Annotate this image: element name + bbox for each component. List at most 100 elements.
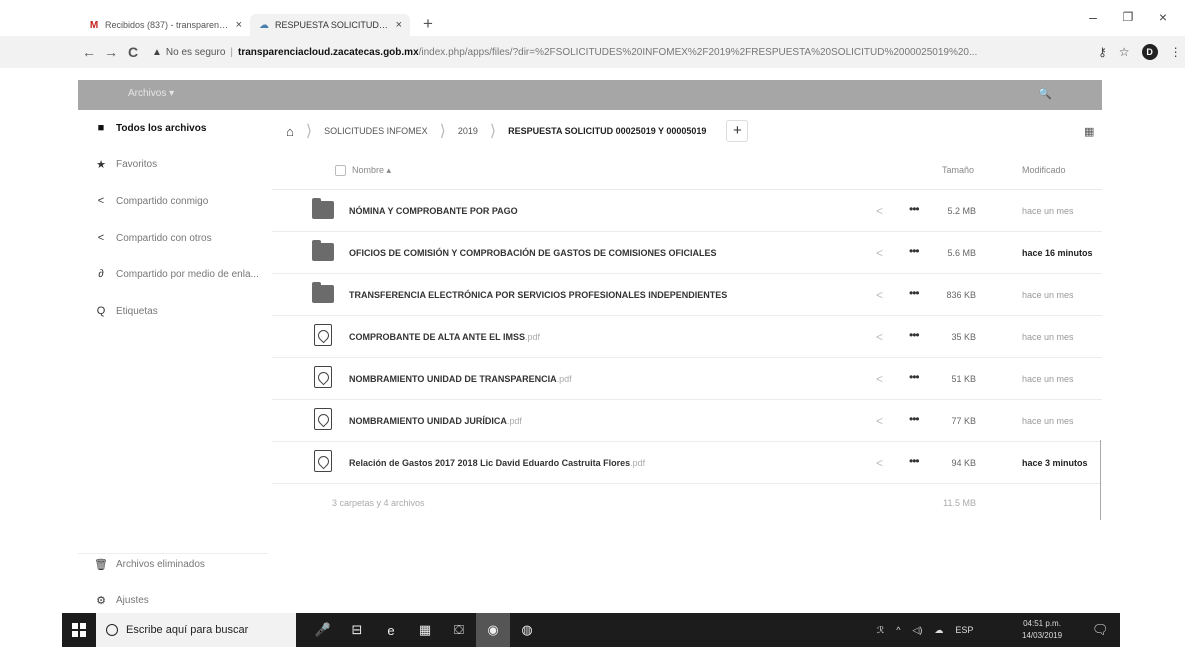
new-item-button[interactable]: + (726, 120, 749, 142)
table-row[interactable]: Relación de Gastos 2017 2018 Lic David E… (272, 442, 1102, 484)
people-icon[interactable]: ℛ (877, 625, 884, 636)
sidebar-divider (78, 553, 268, 554)
more-actions-icon[interactable]: ••• (909, 286, 920, 300)
onedrive-icon[interactable]: ☁ (934, 625, 943, 636)
column-header-name[interactable]: Nombre ▴ (352, 165, 391, 176)
sidebar-item-label: Compartido con otros (116, 232, 212, 244)
task-view-icon[interactable]: ⊟ (340, 613, 374, 647)
file-modified: hace 16 minutos (1022, 248, 1093, 258)
clock-time: 04:51 p.m. (1023, 619, 1061, 628)
language-indicator[interactable]: ESP (955, 625, 973, 635)
sidebar-item-shared-with-others[interactable]: < Compartido con otros (94, 232, 212, 244)
table-row[interactable]: TRANSFERENCIA ELECTRÓNICA POR SERVICIOS … (272, 274, 1102, 316)
share-icon[interactable]: < (876, 288, 883, 302)
start-button[interactable] (62, 613, 96, 647)
file-explorer-icon[interactable]: ▦ (408, 613, 442, 647)
bookmark-star-icon[interactable]: ☆ (1119, 45, 1130, 59)
minimize-button[interactable]: – (1078, 6, 1108, 28)
more-actions-icon[interactable]: ••• (909, 370, 920, 384)
close-window-button[interactable]: × (1148, 6, 1178, 28)
select-all-checkbox[interactable] (335, 165, 346, 176)
breadcrumb-current[interactable]: RESPUESTA SOLICITUD 00025019 Y 00005019 (498, 116, 716, 146)
sidebar-item-favorites[interactable]: ★ Favoritos (94, 158, 157, 171)
chrome-icon[interactable]: ◉ (476, 613, 510, 647)
file-name-text: Relación de Gastos 2017 2018 Lic David E… (349, 458, 631, 468)
file-modified: hace un mes (1022, 290, 1074, 300)
table-row[interactable]: NÓMINA Y COMPROBANTE POR PAGO < ••• 5.2 MB h… (272, 190, 1102, 232)
account-avatar[interactable]: D (1141, 44, 1158, 60)
table-row[interactable]: OFICIOS DE COMISIÓN Y COMPROBACIÓN DE GA… (272, 232, 1102, 274)
file-size: 51 KB (951, 374, 976, 384)
security-indicator[interactable]: No es seguro (166, 47, 225, 58)
maximize-button[interactable]: ❐ (1113, 6, 1143, 28)
back-button[interactable]: ← (78, 44, 100, 60)
file-name[interactable]: COMPROBANTE DE ALTA ANTE EL IMSS.pdf (349, 332, 540, 342)
file-name[interactable]: Relación de Gastos 2017 2018 Lic David E… (349, 458, 645, 468)
folder-icon (312, 282, 334, 303)
sidebar-item-settings[interactable]: ⚙ Ajustes (94, 594, 149, 607)
edge-icon[interactable]: e (374, 613, 408, 647)
browser-menu-icon[interactable]: ⋮ (1170, 45, 1182, 59)
table-row[interactable]: COMPROBANTE DE ALTA ANTE EL IMSS.pdf < •••… (272, 316, 1102, 358)
breadcrumb-item[interactable]: 2019 (448, 116, 488, 146)
address-bar[interactable]: ▲ No es seguro | transparenciacloud.zaca… (152, 41, 1012, 63)
app-header: Archivos ▾ 🔍 (78, 80, 1102, 110)
more-actions-icon[interactable]: ••• (909, 454, 920, 468)
breadcrumb: ⌂ ⟩ SOLICITUDES INFOMEX ⟩ 2019 ⟩ RESPUES… (272, 116, 1102, 146)
tab-title: Recibidos (837) - transparencia@ (105, 20, 230, 30)
store-icon[interactable]: ⛋ (442, 613, 476, 647)
table-row[interactable]: NOMBRAMIENTO UNIDAD DE TRANSPARENCIA.pdf… (272, 358, 1102, 400)
share-icon[interactable]: < (876, 414, 883, 428)
breadcrumb-item[interactable]: SOLICITUDES INFOMEX (314, 116, 438, 146)
browser-tab-active[interactable]: ☁ RESPUESTA SOLICITUD 00025019 × (250, 14, 410, 36)
volume-icon[interactable]: ◁) (912, 625, 922, 636)
sidebar-item-tags[interactable]: Q Etiquetas (94, 305, 158, 317)
share-icon[interactable]: < (876, 246, 883, 260)
breadcrumb-home[interactable]: ⌂ (272, 116, 304, 146)
key-icon[interactable]: ⚷ (1098, 45, 1107, 59)
file-name[interactable]: OFICIOS DE COMISIÓN Y COMPROBACIÓN DE GA… (349, 248, 717, 258)
share-icon: < (97, 232, 105, 244)
chevron-up-icon[interactable]: ^ (896, 625, 900, 635)
tab-close-icon[interactable]: × (236, 19, 242, 31)
forward-button[interactable]: → (100, 44, 122, 60)
app-menu-button[interactable]: Archivos ▾ (128, 88, 174, 99)
pdf-icon (312, 450, 334, 472)
more-actions-icon[interactable]: ••• (909, 202, 920, 216)
microphone-icon[interactable]: 🎤 (306, 613, 340, 647)
sidebar-item-shared-by-link[interactable]: ∂ Compartido por medio de enla... (94, 268, 259, 280)
file-name[interactable]: NÓMINA Y COMPROBANTE POR PAGO (349, 206, 518, 216)
share-icon[interactable]: < (876, 456, 883, 470)
table-row[interactable]: NOMBRAMIENTO UNIDAD JURÍDICA.pdf < ••• 77 K… (272, 400, 1102, 442)
taskbar-search[interactable]: Escribe aquí para buscar (96, 613, 296, 647)
sidebar-item-shared-with-me[interactable]: < Compartido conmigo (94, 195, 208, 207)
new-tab-button[interactable]: + (418, 14, 438, 34)
url-host: transparenciacloud.zacatecas.gob.mx (238, 46, 419, 58)
column-header-modified[interactable]: Modificado (1022, 165, 1066, 175)
file-name[interactable]: NOMBRAMIENTO UNIDAD JURÍDICA.pdf (349, 416, 522, 426)
app-icon[interactable]: ◍ (510, 613, 544, 647)
notifications-icon[interactable]: 🗨 (1092, 622, 1109, 638)
column-header-size[interactable]: Tamaño (942, 165, 974, 175)
more-actions-icon[interactable]: ••• (909, 328, 920, 342)
more-actions-icon[interactable]: ••• (909, 244, 920, 258)
file-name[interactable]: TRANSFERENCIA ELECTRÓNICA POR SERVICIOS … (349, 290, 727, 300)
file-size: 35 KB (951, 332, 976, 342)
sidebar-item-deleted-files[interactable]: 🗑 Archivos eliminados (94, 558, 205, 571)
share-icon[interactable]: < (876, 330, 883, 344)
sidebar-item-label: Favoritos (116, 159, 158, 170)
system-tray: ℛ ^ ◁) ☁ ESP (877, 613, 973, 647)
sidebar-item-all-files[interactable]: ■ Todos los archivos (94, 122, 207, 134)
share-icon[interactable]: < (876, 372, 883, 386)
share-icon[interactable]: < (876, 204, 883, 218)
tab-close-icon[interactable]: × (396, 19, 402, 31)
taskbar-clock[interactable]: 04:51 p.m. 14/03/2019 (1022, 618, 1062, 642)
summary-total-size: 11.5 MB (943, 498, 976, 508)
browser-tab-gmail[interactable]: M Recibidos (837) - transparencia@ × (80, 14, 250, 36)
file-name[interactable]: NOMBRAMIENTO UNIDAD DE TRANSPARENCIA.pdf (349, 374, 572, 384)
more-actions-icon[interactable]: ••• (909, 412, 920, 426)
search-icon[interactable]: 🔍 (1038, 87, 1052, 100)
file-size: 836 KB (946, 290, 976, 300)
grid-view-icon[interactable]: ▦ (1084, 125, 1094, 138)
reload-button[interactable]: C (122, 44, 144, 60)
